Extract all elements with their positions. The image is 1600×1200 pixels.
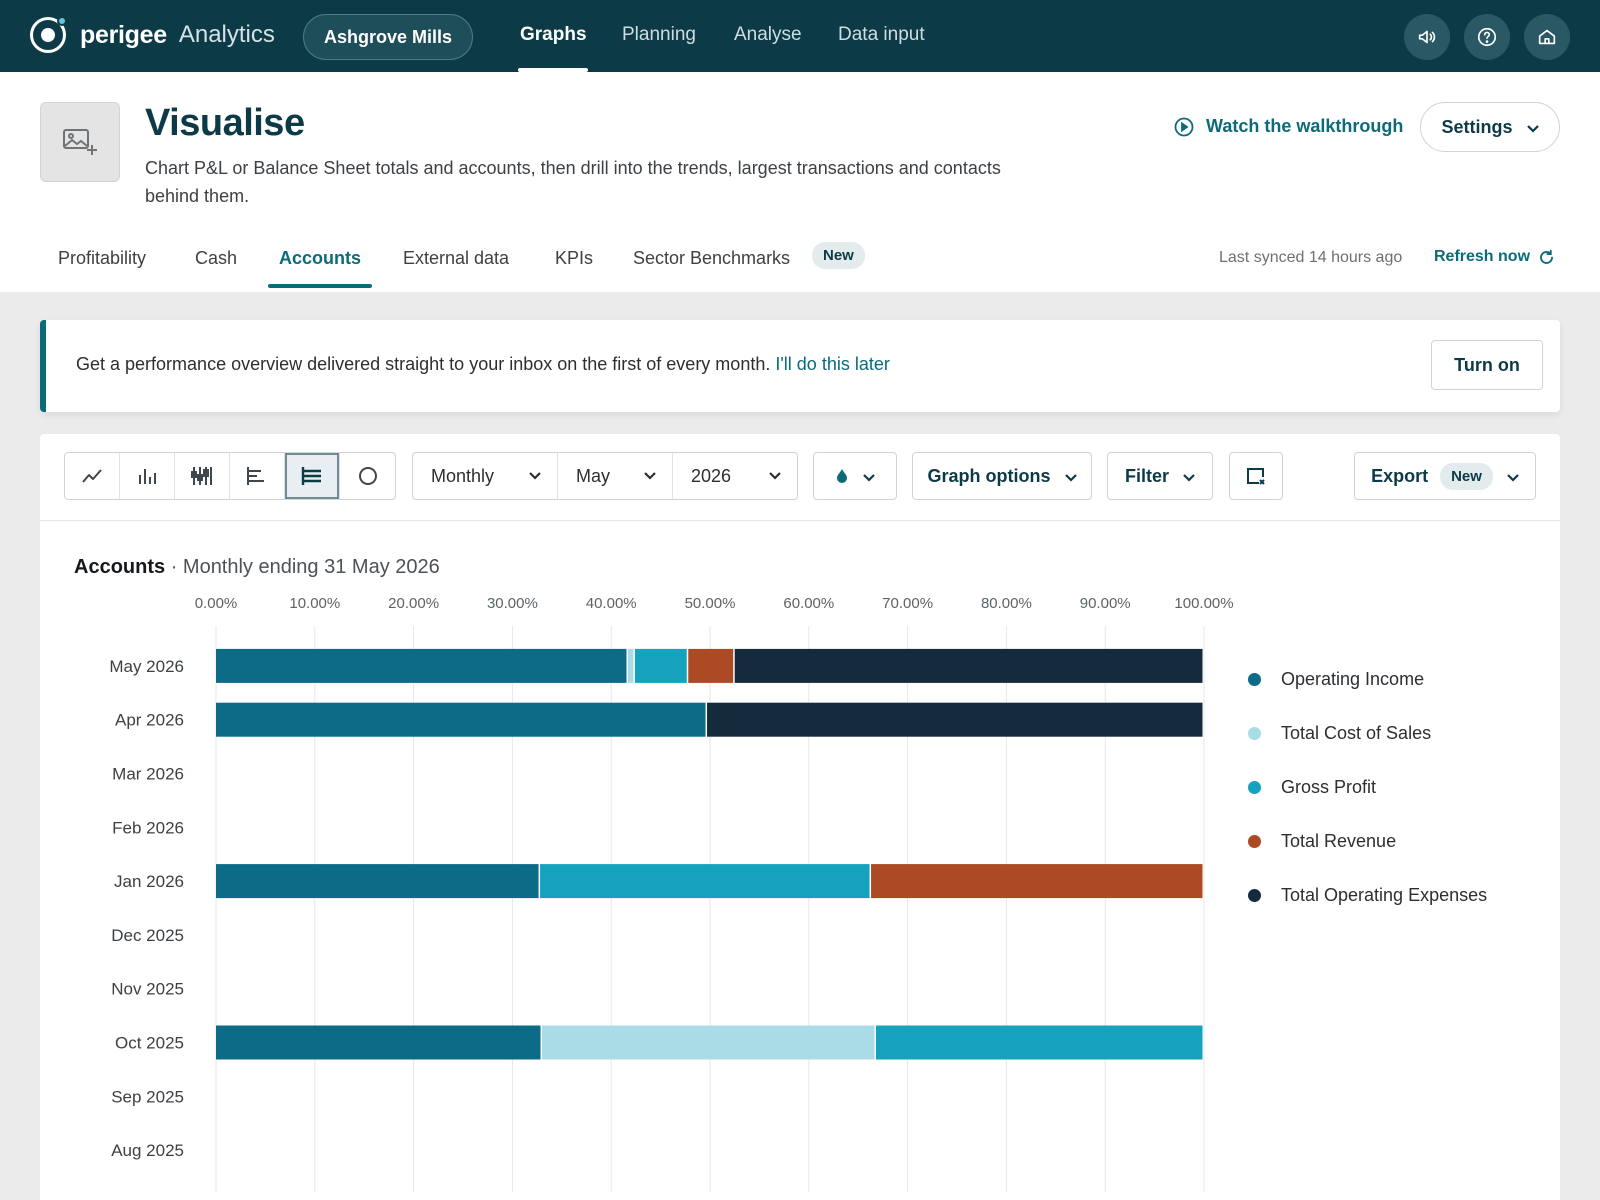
chart-panel: Monthly May 2026 Graph options Filter Ex… xyxy=(40,434,1560,1200)
legend-label: Total Cost of Sales xyxy=(1281,722,1432,743)
legend-label: Gross Profit xyxy=(1281,776,1377,797)
help-icon xyxy=(1477,27,1497,47)
bar-segment[interactable] xyxy=(542,1025,875,1060)
bar-segment[interactable] xyxy=(707,702,1203,737)
page-title: Visualise xyxy=(145,102,305,144)
tab-kpis[interactable]: KPIs xyxy=(555,248,593,269)
legend-item[interactable]: Total Operating Expenses xyxy=(1248,868,1487,922)
nav-link-data-input[interactable]: Data input xyxy=(838,24,925,46)
bar-segment[interactable] xyxy=(216,648,627,683)
page-image-placeholder[interactable] xyxy=(40,102,120,182)
legend-item[interactable]: Total Revenue xyxy=(1248,814,1487,868)
y-tick-label: Mar 2026 xyxy=(112,765,184,784)
tab-accounts[interactable]: Accounts xyxy=(279,248,361,269)
legend-item[interactable]: Gross Profit xyxy=(1248,760,1487,814)
watch-walkthrough-link[interactable]: Watch the walkthrough xyxy=(1174,116,1403,137)
brand-product: Analytics xyxy=(178,21,275,48)
brand[interactable]: perigee Analytics xyxy=(30,16,275,53)
legend-swatch xyxy=(1248,672,1261,686)
top-navigation: perigee Analytics Ashgrove Mills Graphs … xyxy=(0,0,1600,72)
refresh-icon xyxy=(1540,249,1553,264)
y-tick-label: Jan 2026 xyxy=(114,872,184,891)
banner-message: Get a performance overview delivered str… xyxy=(76,354,890,375)
legend-swatch xyxy=(1248,780,1261,794)
help-button[interactable] xyxy=(1464,14,1510,60)
page-header: Visualise Chart P&L or Balance Sheet tot… xyxy=(0,72,1600,292)
bar-segment[interactable] xyxy=(634,648,687,683)
bar-segment[interactable] xyxy=(627,648,634,683)
legend-swatch xyxy=(1248,726,1261,740)
email-overview-banner: Get a performance overview delivered str… xyxy=(40,320,1560,412)
legend-label: Total Operating Expenses xyxy=(1281,884,1488,905)
y-tick-label: Apr 2026 xyxy=(115,711,184,730)
legend-label: Operating Income xyxy=(1281,668,1425,689)
page-description: Chart P&L or Balance Sheet totals and ac… xyxy=(145,158,1001,206)
brand-logo-icon xyxy=(30,16,67,53)
y-tick-label: Feb 2026 xyxy=(112,818,184,837)
x-tick-label: 0.00% xyxy=(195,595,238,612)
settings-label: Settings xyxy=(1441,116,1513,137)
x-tick-label: 30.00% xyxy=(487,595,538,612)
legend-item[interactable]: Total Cost of Sales xyxy=(1248,706,1487,760)
bar-segment[interactable] xyxy=(688,648,734,683)
y-tick-label: Aug 2025 xyxy=(111,1141,184,1160)
new-badge: New xyxy=(812,242,865,269)
turn-on-button[interactable]: Turn on xyxy=(1431,340,1543,390)
bar-segment[interactable] xyxy=(216,864,539,899)
banner-text: Get a performance overview delivered str… xyxy=(76,354,771,374)
x-tick-label: 10.00% xyxy=(289,595,340,612)
bar-segment[interactable] xyxy=(216,702,706,737)
y-tick-label: Sep 2025 xyxy=(111,1087,184,1106)
x-tick-label: 80.00% xyxy=(981,595,1032,612)
x-tick-label: 100.00% xyxy=(1174,595,1233,612)
brand-name: perigee xyxy=(80,20,167,49)
bar-segment[interactable] xyxy=(871,864,1203,899)
x-tick-label: 40.00% xyxy=(586,595,637,612)
x-tick-label: 70.00% xyxy=(882,595,933,612)
y-tick-label: Nov 2025 xyxy=(111,980,184,999)
x-tick-label: 90.00% xyxy=(1080,595,1131,612)
y-tick-label: Dec 2025 xyxy=(111,926,184,945)
tab-profitability[interactable]: Profitability xyxy=(58,248,146,269)
do-this-later-link[interactable]: I'll do this later xyxy=(775,354,890,374)
tab-cash[interactable]: Cash xyxy=(195,248,237,269)
play-circle-icon xyxy=(1174,117,1194,136)
chart-legend: Operating Income Total Cost of Sales Gross… xyxy=(1248,652,1487,922)
y-tick-label: May 2026 xyxy=(109,657,184,676)
last-synced-text: Last synced 14 hours ago xyxy=(1219,249,1403,266)
bar-segment[interactable] xyxy=(216,1025,541,1060)
bar-segment[interactable] xyxy=(875,1025,1203,1060)
x-tick-label: 50.00% xyxy=(685,595,736,612)
home-icon xyxy=(1538,29,1556,45)
home-button[interactable] xyxy=(1524,14,1570,60)
x-tick-label: 20.00% xyxy=(388,595,439,612)
y-tick-label: Oct 2025 xyxy=(115,1034,184,1053)
bar-segment[interactable] xyxy=(734,648,1203,683)
settings-button[interactable]: Settings xyxy=(1420,102,1560,152)
tab-external-data[interactable]: External data xyxy=(403,248,509,269)
legend-swatch xyxy=(1248,888,1261,902)
nav-link-analyse[interactable]: Analyse xyxy=(734,24,802,46)
announcement-icon xyxy=(1418,30,1436,44)
announcements-button[interactable] xyxy=(1404,14,1450,60)
nav-link-planning[interactable]: Planning xyxy=(622,24,696,46)
nav-link-graphs[interactable]: Graphs xyxy=(520,24,587,46)
refresh-now-label: Refresh now xyxy=(1434,248,1531,265)
refresh-now-link[interactable]: Refresh now xyxy=(1434,248,1555,266)
organisation-switcher[interactable]: Ashgrove Mills xyxy=(303,14,473,60)
add-image-icon xyxy=(63,129,97,155)
chevron-down-icon xyxy=(1526,117,1539,138)
legend-swatch xyxy=(1248,834,1261,848)
legend-label: Total Revenue xyxy=(1281,830,1397,851)
watch-walkthrough-label: Watch the walkthrough xyxy=(1206,116,1404,136)
tab-active-indicator xyxy=(268,284,372,288)
bar-segment[interactable] xyxy=(540,864,870,899)
tab-sector-benchmarks[interactable]: Sector Benchmarks xyxy=(633,248,790,269)
legend-item[interactable]: Operating Income xyxy=(1248,652,1487,706)
x-tick-label: 60.00% xyxy=(783,595,834,612)
